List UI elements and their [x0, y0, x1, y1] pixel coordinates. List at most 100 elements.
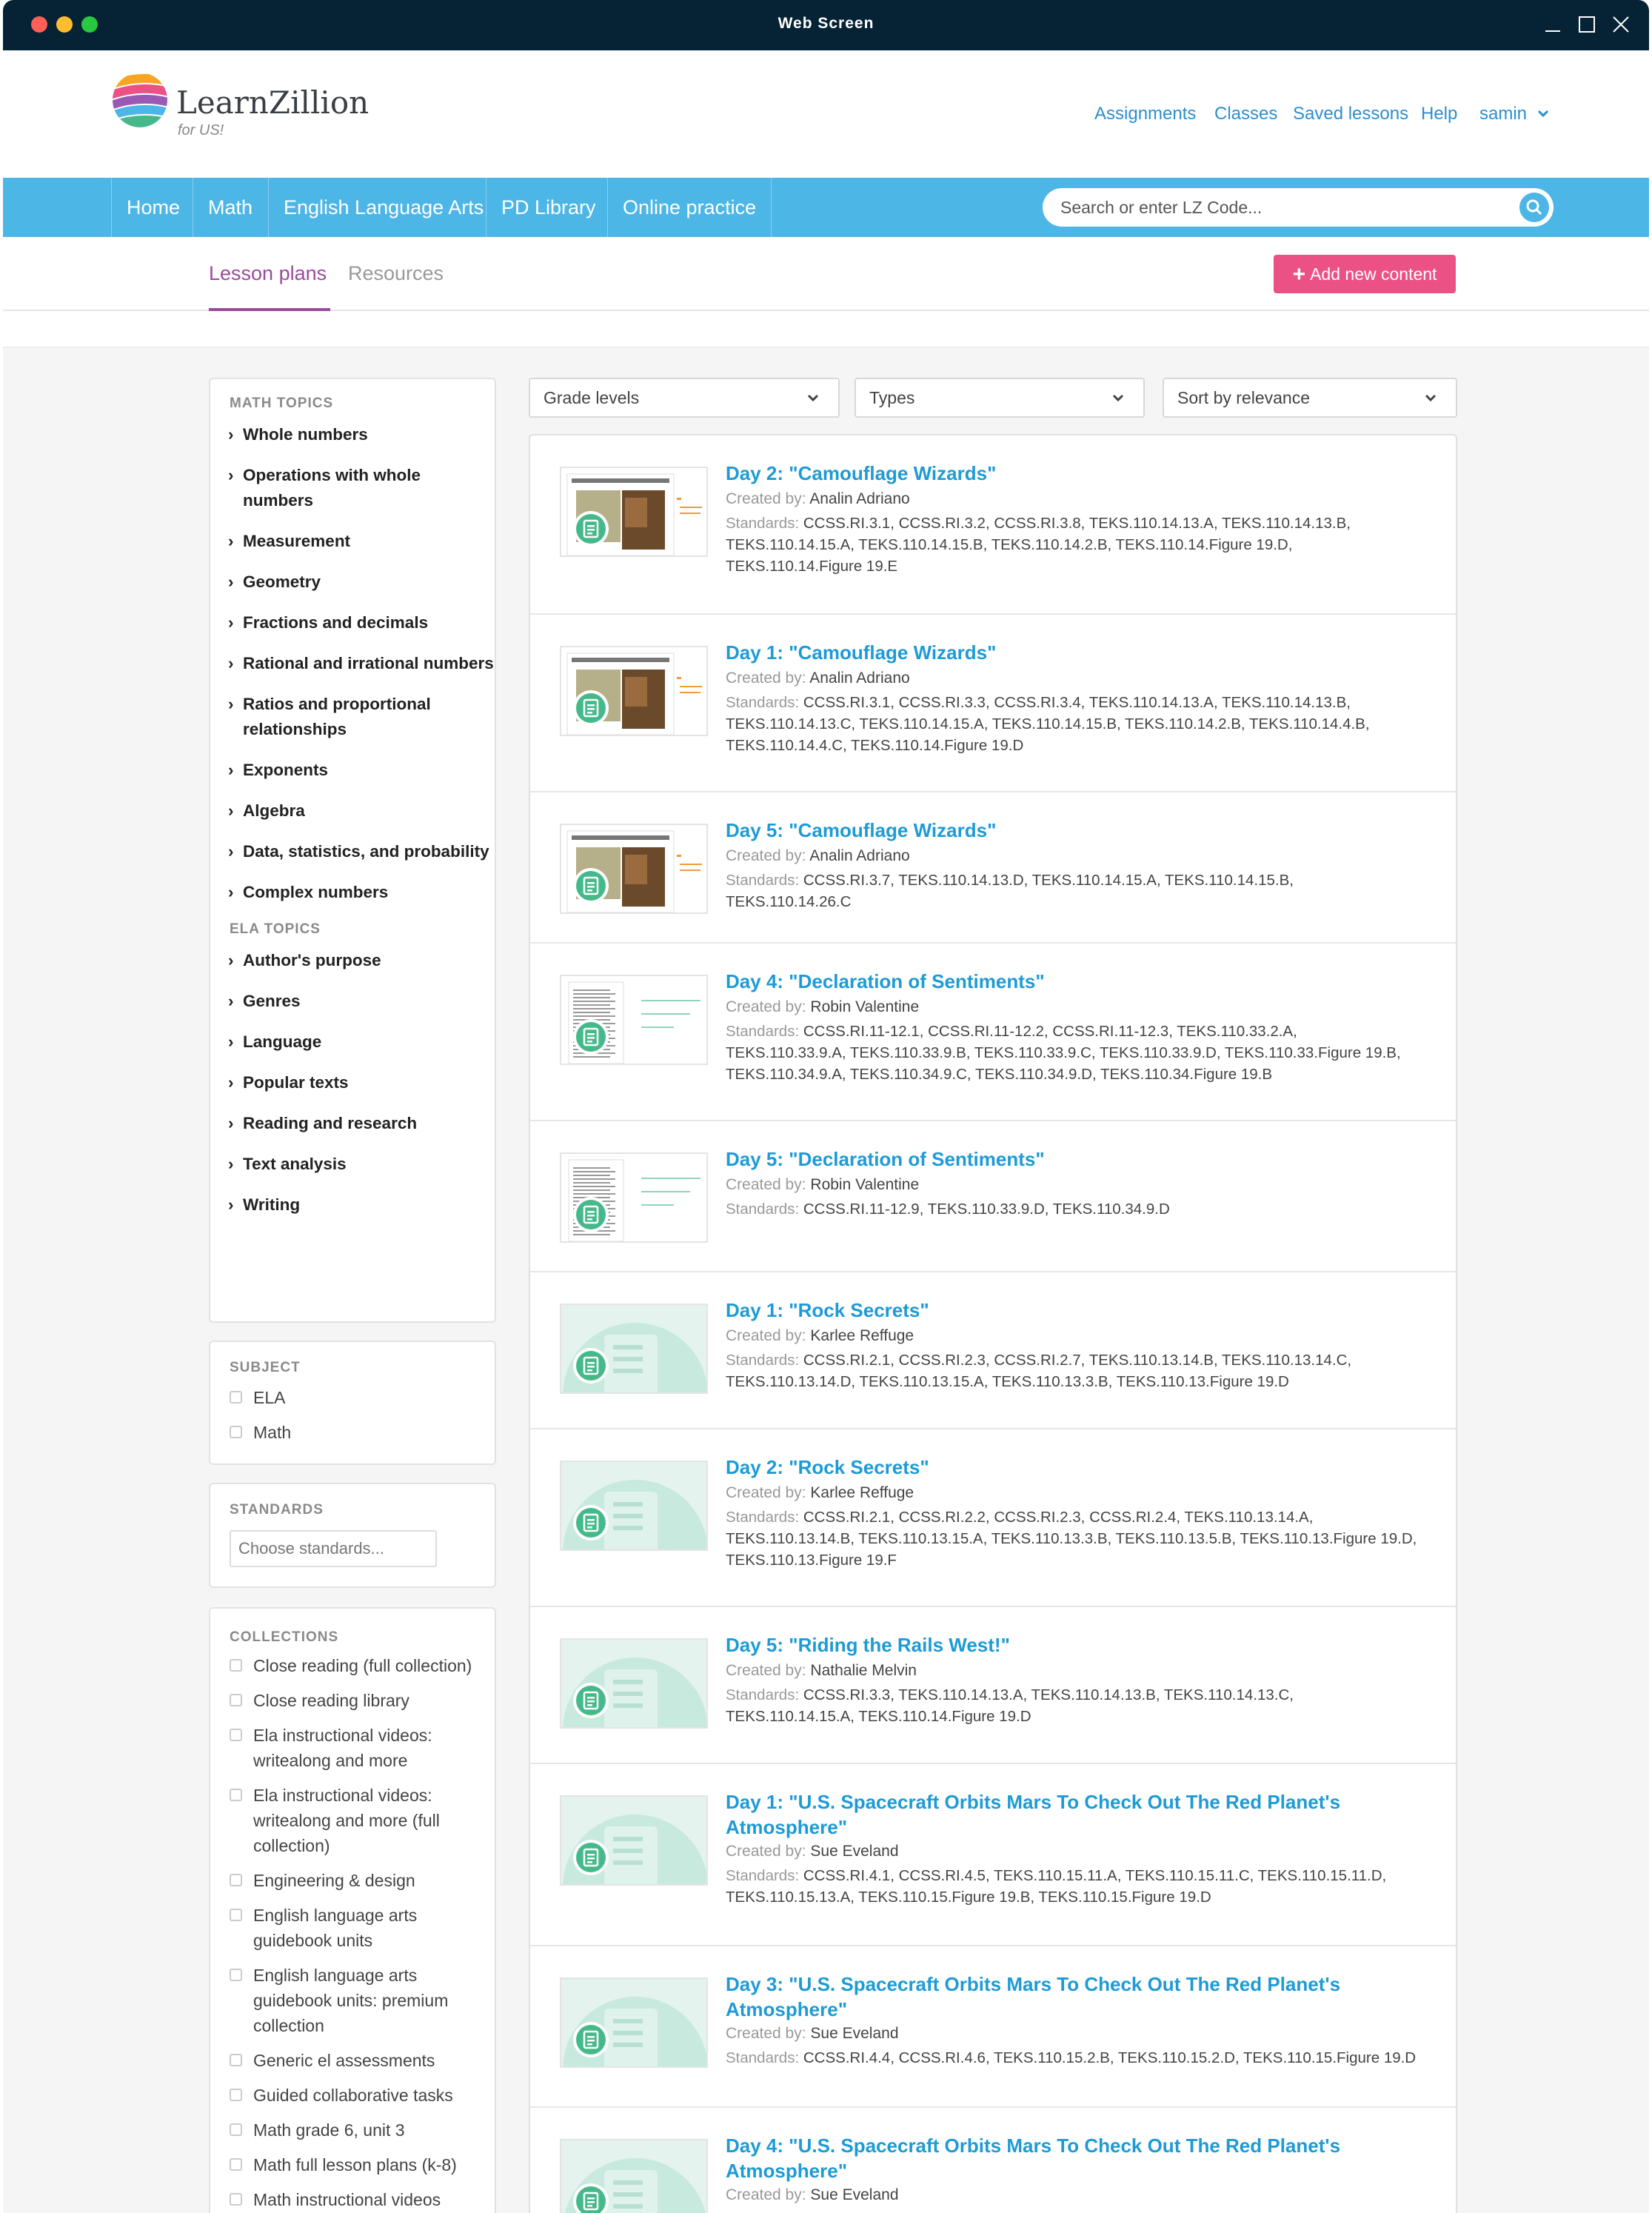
lesson-thumbnail[interactable] — [560, 975, 708, 1065]
tab-lesson-plans[interactable]: Lesson plans — [209, 262, 327, 285]
checkbox-item[interactable]: Ela instructional videos: writealong and… — [210, 1783, 495, 1858]
topic-item[interactable]: › Text analysis — [210, 1152, 495, 1177]
user-menu[interactable]: samin — [1479, 104, 1550, 124]
topic-label: Writing — [243, 1195, 301, 1214]
minimize-icon[interactable] — [1542, 13, 1564, 36]
lesson-title-link[interactable]: Day 5: "Riding the Rails West!" — [726, 1632, 1426, 1658]
topic-item[interactable]: › Measurement — [210, 529, 495, 554]
lesson-title-link[interactable]: Day 2: "Camouflage Wizards" — [726, 461, 1426, 486]
checkbox-item[interactable]: Math instructional videos — [210, 2187, 495, 2212]
checkbox-item[interactable]: Engineering & design — [210, 1868, 495, 1893]
topic-item[interactable]: › Operations with whole numbers — [210, 463, 495, 513]
lesson-title-link[interactable]: Day 5: "Camouflage Wizards" — [726, 818, 1426, 843]
checkbox-item[interactable]: Generic el assessments — [210, 2048, 495, 2073]
checkbox[interactable] — [230, 1969, 242, 1981]
topic-item[interactable]: › Ratios and proportional relationships — [210, 692, 495, 742]
lesson-title-link[interactable]: Day 1: "Rock Secrets" — [726, 1298, 1426, 1323]
sort-select[interactable]: Sort by relevance — [1163, 378, 1457, 418]
topic-item[interactable]: › Algebra — [210, 798, 495, 824]
lesson-card: Day 2: "Rock Secrets" Created by: Karlee … — [530, 1429, 1456, 1607]
grade-levels-select[interactable]: Grade levels — [529, 378, 840, 418]
checkbox-label: Close reading (full collection) — [253, 1656, 472, 1675]
lesson-title-link[interactable]: Day 4: "Declaration of Sentiments" — [726, 969, 1426, 994]
topic-item[interactable]: › Reading and research — [210, 1111, 495, 1136]
checkbox-item[interactable]: Close reading library — [210, 1688, 495, 1713]
search-button[interactable] — [1519, 193, 1549, 222]
nav-home[interactable]: Home — [111, 178, 195, 237]
checkbox[interactable] — [230, 1874, 242, 1886]
topic-item[interactable]: › Language — [210, 1029, 495, 1055]
logo-icon[interactable] — [111, 71, 169, 129]
checkbox-label: English language arts guidebook units — [253, 1906, 418, 1950]
checkbox[interactable] — [230, 1391, 242, 1403]
collections-panel: COLLECTIONS Close reading (full collecti… — [209, 1607, 496, 2213]
checkbox[interactable] — [230, 2158, 242, 2171]
checkbox-item[interactable]: Ela instructional videos: writealong and… — [210, 1723, 495, 1773]
lesson-title-link[interactable]: Day 4: "U.S. Spacecraft Orbits Mars To C… — [726, 2133, 1426, 2183]
lesson-thumbnail[interactable] — [560, 1795, 708, 1886]
topic-item[interactable]: › Writing — [210, 1192, 495, 1218]
lesson-thumbnail[interactable] — [560, 1461, 708, 1551]
checkbox[interactable] — [230, 2054, 242, 2066]
site-header: LearnZillion for US! Assignments Classes… — [3, 50, 1649, 178]
checkbox[interactable] — [230, 2193, 242, 2206]
nav-assignments[interactable]: Assignments — [1094, 104, 1196, 124]
search-input[interactable]: Search or enter LZ Code... — [1043, 188, 1554, 227]
lesson-thumbnail[interactable] — [560, 1304, 708, 1394]
nav-help[interactable]: Help — [1421, 104, 1457, 124]
topic-item[interactable]: › Author's purpose — [210, 948, 495, 973]
topic-item[interactable]: › Popular texts — [210, 1070, 495, 1095]
tab-resources[interactable]: Resources — [348, 262, 444, 285]
lesson-thumbnail[interactable] — [560, 467, 708, 557]
lesson-title-link[interactable]: Day 1: "U.S. Spacecraft Orbits Mars To C… — [726, 1789, 1426, 1840]
checkbox[interactable] — [230, 2123, 242, 2136]
lesson-thumbnail[interactable] — [560, 824, 708, 914]
checkbox[interactable] — [230, 1426, 242, 1438]
checkbox[interactable] — [230, 1729, 242, 1741]
checkbox-item[interactable]: English language arts guidebook units: p… — [210, 1963, 495, 2038]
checkbox-item[interactable]: English language arts guidebook units — [210, 1903, 495, 1953]
topic-item[interactable]: › Data, statistics, and probability — [210, 839, 495, 864]
lesson-thumbnail[interactable] — [560, 1977, 708, 2068]
checkbox[interactable] — [230, 1694, 242, 1706]
checkbox-item[interactable]: Math full lesson plans (k-8) — [210, 2152, 495, 2177]
nav-saved-lessons[interactable]: Saved lessons — [1293, 104, 1408, 124]
lesson-thumbnail[interactable] — [560, 646, 708, 736]
chevron-down-icon — [1537, 110, 1548, 118]
nav-pd-library[interactable]: PD Library — [486, 178, 611, 237]
topic-item[interactable]: › Geometry — [210, 570, 495, 595]
nav-online-practice[interactable]: Online practice — [607, 178, 772, 237]
topic-item[interactable]: › Complex numbers — [210, 880, 495, 905]
lesson-title-link[interactable]: Day 1: "Camouflage Wizards" — [726, 640, 1426, 665]
checkbox[interactable] — [230, 1789, 242, 1801]
checkbox[interactable] — [230, 2089, 242, 2101]
checkbox[interactable] — [230, 1909, 242, 1921]
lesson-title-link[interactable]: Day 2: "Rock Secrets" — [726, 1455, 1426, 1480]
topic-item[interactable]: › Whole numbers — [210, 422, 495, 447]
add-new-content-button[interactable]: + Add new content — [1274, 255, 1456, 293]
nav-english-language-arts[interactable]: English Language Arts — [268, 178, 498, 237]
checkbox[interactable] — [230, 1659, 242, 1672]
lesson-card: Day 4: "U.S. Spacecraft Orbits Mars To C… — [530, 2108, 1456, 2213]
logo-wordmark[interactable]: LearnZillion — [176, 84, 369, 121]
lesson-thumbnail[interactable] — [560, 2139, 708, 2213]
lesson-thumbnail[interactable] — [560, 1638, 708, 1729]
close-icon[interactable] — [1610, 13, 1632, 36]
lesson-thumbnail[interactable] — [560, 1152, 708, 1243]
nav-classes[interactable]: Classes — [1214, 104, 1277, 124]
lesson-title-link[interactable]: Day 5: "Declaration of Sentiments" — [726, 1146, 1426, 1172]
checkbox-item[interactable]: ELA — [210, 1385, 495, 1410]
checkbox-item[interactable]: Guided collaborative tasks — [210, 2083, 495, 2108]
topic-item[interactable]: › Exponents — [210, 758, 495, 783]
topic-item[interactable]: › Rational and irrational numbers — [210, 651, 495, 676]
topic-item[interactable]: › Fractions and decimals — [210, 610, 495, 635]
standards-input[interactable]: Choose standards... — [230, 1530, 437, 1567]
checkbox-item[interactable]: Math — [210, 1420, 495, 1445]
checkbox-item[interactable]: Close reading (full collection) — [210, 1653, 495, 1678]
maximize-icon[interactable] — [1576, 13, 1598, 36]
lesson-title-link[interactable]: Day 3: "U.S. Spacecraft Orbits Mars To C… — [726, 1972, 1426, 2022]
nav-math[interactable]: Math — [193, 178, 267, 237]
checkbox-item[interactable]: Math grade 6, unit 3 — [210, 2117, 495, 2143]
topic-item[interactable]: › Genres — [210, 989, 495, 1014]
types-select[interactable]: Types — [855, 378, 1145, 418]
